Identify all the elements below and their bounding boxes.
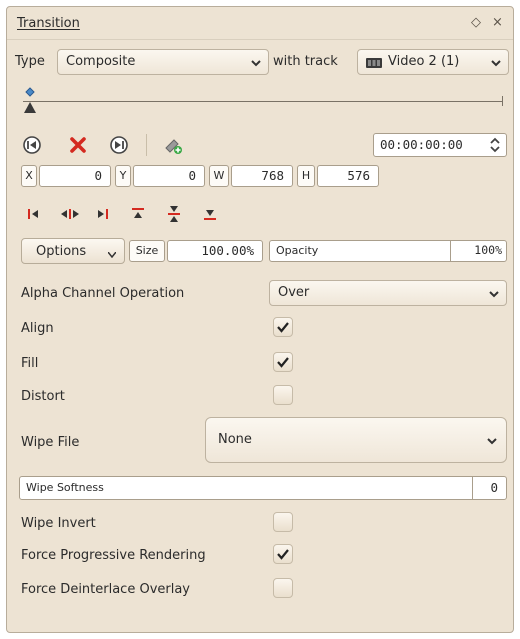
wipe-softness-label: Wipe Softness (26, 481, 104, 494)
keyframe-marker-icon[interactable] (23, 87, 37, 115)
type-label: Type (15, 54, 45, 69)
opacity-field[interactable]: Opacity 100% (269, 240, 507, 262)
align-hcenter-icon[interactable] (59, 203, 81, 225)
chevron-down-icon (491, 60, 501, 67)
align-label: Align (21, 321, 54, 336)
force-progressive-label: Force Progressive Rendering (21, 548, 206, 563)
title-bar: Transition ◇ × (7, 7, 513, 40)
float-icon[interactable]: ◇ (471, 15, 481, 30)
alpha-channel-value: Over (278, 285, 310, 300)
chevron-down-icon (489, 291, 499, 298)
align-top-icon[interactable] (127, 203, 149, 225)
timecode-field[interactable]: 00:00:00:00 (373, 133, 507, 157)
w-label: W (209, 165, 229, 187)
keyframe-ruler[interactable] (23, 87, 503, 115)
with-track-label: with track (273, 54, 338, 69)
wipe-softness-field[interactable]: Wipe Softness 0 (19, 476, 507, 500)
align-vcenter-icon[interactable] (163, 203, 185, 225)
wipe-file-select[interactable]: None (205, 417, 507, 463)
wipe-invert-checkbox[interactable] (273, 512, 293, 532)
align-left-icon[interactable] (23, 203, 45, 225)
y-value: 0 (188, 168, 196, 183)
opacity-value: 100% (474, 243, 502, 257)
y-label: Y (115, 165, 131, 187)
wipe-invert-label: Wipe Invert (21, 516, 96, 531)
size-label: Size (129, 240, 165, 262)
track-select[interactable]: Video 2 (1) (357, 49, 509, 75)
spin-updown-icon[interactable] (488, 136, 502, 154)
fill-label: Fill (21, 356, 39, 371)
align-right-icon[interactable] (91, 203, 113, 225)
delete-keyframe-icon[interactable] (67, 134, 89, 156)
x-label: X (21, 165, 37, 187)
next-keyframe-icon[interactable] (108, 134, 130, 156)
size-field[interactable]: 100.00% (167, 240, 263, 262)
chevron-down-icon (487, 438, 497, 445)
chevron-down-icon (108, 252, 116, 258)
checkmark-icon (277, 322, 289, 333)
toolbar-separator (146, 134, 147, 156)
distort-checkbox[interactable] (273, 385, 293, 405)
checkmark-icon (277, 549, 289, 560)
force-progressive-checkbox[interactable] (273, 544, 293, 564)
force-deinterlace-label: Force Deinterlace Overlay (21, 582, 190, 597)
size-value: 100.00% (201, 243, 254, 258)
add-keyframe-icon[interactable] (162, 134, 184, 156)
alpha-channel-label: Alpha Channel Operation (21, 286, 185, 301)
distort-label: Distort (21, 389, 65, 404)
align-checkbox[interactable] (273, 317, 293, 337)
opacity-label: Opacity (276, 244, 319, 257)
video-track-icon (366, 58, 382, 68)
x-field[interactable]: 0 (39, 165, 111, 187)
options-button[interactable]: Options (21, 238, 125, 264)
alpha-channel-select[interactable]: Over (269, 280, 507, 306)
h-label: H (297, 165, 315, 187)
type-select[interactable]: Composite (57, 49, 269, 75)
wipe-softness-value: 0 (490, 480, 498, 495)
panel-title: Transition (17, 16, 80, 31)
h-field[interactable]: 576 (317, 165, 379, 187)
wipe-file-label: Wipe File (21, 435, 80, 450)
close-icon[interactable]: × (492, 15, 503, 30)
align-bottom-icon[interactable] (199, 203, 221, 225)
track-select-value: Video 2 (1) (388, 54, 460, 69)
chevron-down-icon (251, 60, 261, 67)
wipe-file-value: None (218, 432, 252, 447)
type-select-value: Composite (66, 54, 136, 69)
previous-keyframe-icon[interactable] (21, 134, 43, 156)
force-deinterlace-checkbox[interactable] (273, 578, 293, 598)
w-value: 768 (261, 168, 284, 183)
transition-panel: Transition ◇ × Type Composite with track… (6, 6, 514, 633)
checkmark-icon (277, 357, 289, 368)
x-value: 0 (94, 168, 102, 183)
timecode-value: 00:00:00:00 (380, 137, 463, 152)
h-value: 576 (347, 168, 370, 183)
fill-checkbox[interactable] (273, 352, 293, 372)
w-field[interactable]: 768 (231, 165, 293, 187)
options-button-label: Options (36, 244, 87, 259)
y-field[interactable]: 0 (133, 165, 205, 187)
